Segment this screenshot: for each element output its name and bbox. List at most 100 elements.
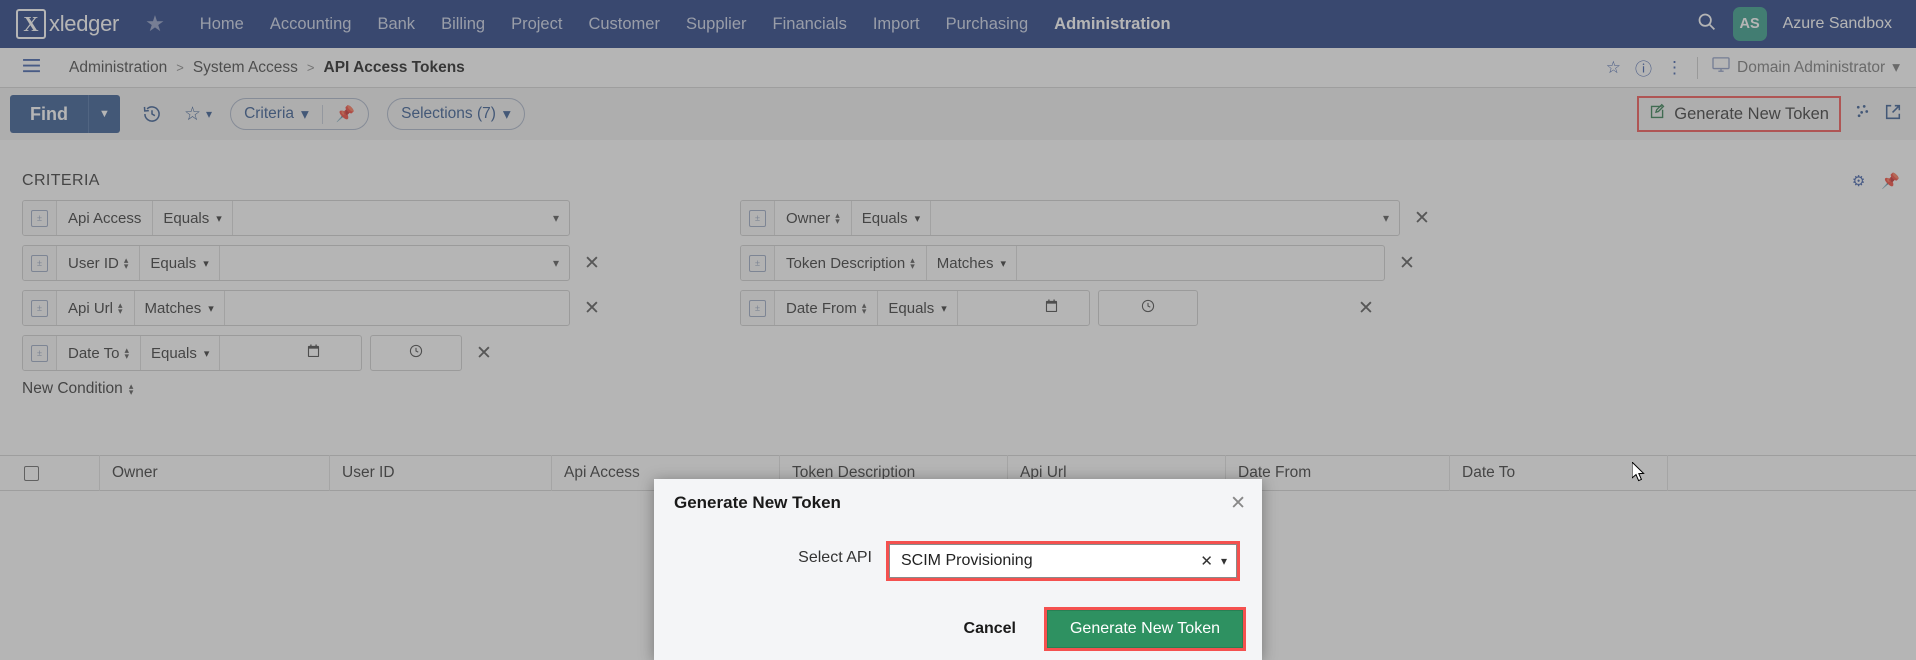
nav-item-purchasing[interactable]: Purchasing xyxy=(933,0,1042,48)
star-icon[interactable]: ★ xyxy=(145,11,165,37)
pin-icon[interactable]: 📌 xyxy=(321,104,368,124)
clear-x-icon[interactable]: ✕ xyxy=(1200,552,1213,570)
nav-item-financials[interactable]: Financials xyxy=(760,0,860,48)
include-exclude-toggle[interactable]: ± xyxy=(23,246,57,280)
remove-criteria-button[interactable]: ✕ xyxy=(476,344,492,363)
nav-item-bank[interactable]: Bank xyxy=(364,0,428,48)
cancel-button[interactable]: Cancel xyxy=(954,614,1026,644)
include-exclude-toggle[interactable]: ± xyxy=(23,336,57,370)
nav-item-customer[interactable]: Customer xyxy=(575,0,673,48)
nav-item-home[interactable]: Home xyxy=(187,0,257,48)
time-input[interactable] xyxy=(1098,290,1198,326)
help-circle-icon[interactable]: ⓘ xyxy=(1635,55,1652,80)
remove-criteria-button[interactable]: ✕ xyxy=(584,299,600,318)
nav-item-billing[interactable]: Billing xyxy=(428,0,498,48)
criteria-value-select[interactable]: ▾ xyxy=(233,201,569,235)
date-input[interactable] xyxy=(220,336,330,370)
spinner-updown-icon: ▴ ▾ xyxy=(123,255,129,271)
xledger-logo[interactable]: X xledger xyxy=(16,9,119,39)
chevron-down-icon: ▾ xyxy=(941,302,947,315)
column-header-user-id[interactable]: User ID xyxy=(330,455,552,491)
star-outline-icon[interactable]: ☆ xyxy=(1606,58,1621,78)
criteria-row-owner: ± Owner ▴ ▾ Equals ▾ ▾ ✕ xyxy=(740,200,1430,236)
selections-dropdown[interactable]: Selections (7) ▾ xyxy=(388,105,524,124)
criteria-value-select[interactable]: ▾ xyxy=(931,201,1399,235)
chevron-down-icon[interactable]: ▾ xyxy=(1221,554,1227,568)
avatar[interactable]: AS xyxy=(1732,7,1767,41)
generate-new-token-label: Generate New Token xyxy=(1674,104,1829,123)
include-exclude-toggle[interactable]: ± xyxy=(741,291,775,325)
criteria-field-selector[interactable]: Date To ▴ ▾ xyxy=(57,336,141,370)
find-dropdown-caret-icon[interactable]: ▼ xyxy=(88,95,120,133)
date-input[interactable] xyxy=(958,291,1068,325)
find-button[interactable]: Find xyxy=(10,95,88,133)
saved-views-dropdown[interactable]: ☆ ▾ xyxy=(184,103,212,126)
gear-icon[interactable]: ⚙ xyxy=(1852,172,1865,190)
remove-criteria-button[interactable]: ✕ xyxy=(1399,254,1415,273)
criteria-field-selector[interactable]: Date From ▴ ▾ xyxy=(775,291,879,325)
criteria-field-selector[interactable]: Api Url ▴ ▾ xyxy=(57,291,135,325)
loading-dots-icon[interactable] xyxy=(1854,103,1871,125)
chevron-down-icon: ▾ xyxy=(206,107,213,121)
criteria-field-selector[interactable]: Owner ▴ ▾ xyxy=(775,201,852,235)
remove-criteria-button[interactable]: ✕ xyxy=(584,254,600,273)
criteria-row-user-id: ± User ID ▴ ▾ Equals ▾ ▾ ✕ xyxy=(22,245,600,281)
criteria-label: Criteria xyxy=(244,105,295,122)
criteria-operator-select[interactable]: Matches ▾ xyxy=(135,291,225,325)
nav-item-administration[interactable]: Administration xyxy=(1041,0,1183,48)
close-icon[interactable]: ✕ xyxy=(1230,494,1246,513)
criteria-operator-select[interactable]: Equals ▾ xyxy=(141,336,221,370)
domain-administrator-menu[interactable]: Domain Administrator ▾ xyxy=(1712,57,1900,78)
operator-label: Equals xyxy=(163,209,210,227)
breadcrumb-separator: > xyxy=(306,60,315,75)
include-exclude-toggle[interactable]: ± xyxy=(23,291,57,325)
include-exclude-toggle[interactable]: ± xyxy=(23,201,57,235)
selections-label: Selections (7) xyxy=(401,105,496,122)
select-all-checkbox[interactable] xyxy=(0,455,100,491)
new-condition-selector[interactable]: New Condition ▴ ▾ xyxy=(22,380,600,398)
history-icon[interactable] xyxy=(142,104,162,124)
criteria-row-api-access: ± Api Access Equals ▾ ▾ xyxy=(22,200,600,236)
nav-item-supplier[interactable]: Supplier xyxy=(673,0,760,48)
generate-new-token-toolbar-button[interactable]: Generate New Token xyxy=(1642,100,1836,128)
pin-icon[interactable]: 📌 xyxy=(1881,172,1900,190)
criteria-field-label: Date To xyxy=(68,344,120,362)
spinner-updown-icon: ▴ ▾ xyxy=(128,381,134,397)
criteria-dropdown[interactable]: Criteria ▾ xyxy=(231,105,322,124)
criteria-field-selector[interactable]: User ID ▴ ▾ xyxy=(57,246,141,280)
column-header-owner[interactable]: Owner xyxy=(100,455,330,491)
criteria-operator-select[interactable]: Equals ▾ xyxy=(140,246,220,280)
application-window: X xledger ★ Home Accounting Bank Billing… xyxy=(0,0,1916,660)
selections-pill[interactable]: Selections (7) ▾ xyxy=(387,98,525,130)
domain-administrator-label: Domain Administrator xyxy=(1737,58,1886,76)
criteria-value-input[interactable] xyxy=(225,291,569,325)
breadcrumb-item-administration[interactable]: Administration xyxy=(69,59,167,77)
remove-criteria-button[interactable]: ✕ xyxy=(1358,299,1374,318)
nav-item-import[interactable]: Import xyxy=(860,0,933,48)
remove-criteria-button[interactable]: ✕ xyxy=(1414,209,1430,228)
include-exclude-toggle[interactable]: ± xyxy=(741,201,775,235)
logo-wordmark: xledger xyxy=(49,11,120,36)
open-external-icon[interactable] xyxy=(1884,103,1902,126)
hamburger-icon[interactable] xyxy=(22,58,41,77)
generate-new-token-submit-button[interactable]: Generate New Token xyxy=(1046,610,1243,648)
criteria-operator-select[interactable]: Equals ▾ xyxy=(153,201,233,235)
time-input[interactable] xyxy=(370,335,462,371)
top-nav-right-group: AS Azure Sandbox xyxy=(1696,7,1892,41)
criteria-operator-select[interactable]: Equals ▾ xyxy=(852,201,932,235)
criteria-field-selector[interactable]: Token Description ▴ ▾ xyxy=(775,246,927,280)
search-icon[interactable] xyxy=(1696,11,1717,38)
kebab-menu-icon[interactable]: ⋮ xyxy=(1666,58,1683,78)
nav-item-project[interactable]: Project xyxy=(498,0,575,48)
criteria-operator-select[interactable]: Equals ▾ xyxy=(878,291,958,325)
select-api-combobox[interactable]: SCIM Provisioning ✕ ▾ xyxy=(889,544,1237,578)
plus-minus-icon: ± xyxy=(31,344,48,362)
include-exclude-toggle[interactable]: ± xyxy=(741,246,775,280)
criteria-value-select[interactable]: ▾ xyxy=(220,246,569,280)
chevron-down-icon: ▾ xyxy=(552,256,559,270)
criteria-value-input[interactable] xyxy=(1017,246,1384,280)
breadcrumb-item-system-access[interactable]: System Access xyxy=(193,59,298,77)
nav-item-accounting[interactable]: Accounting xyxy=(257,0,365,48)
chevron-down-icon: ▾ xyxy=(502,105,511,123)
criteria-operator-select[interactable]: Matches ▾ xyxy=(927,246,1017,280)
